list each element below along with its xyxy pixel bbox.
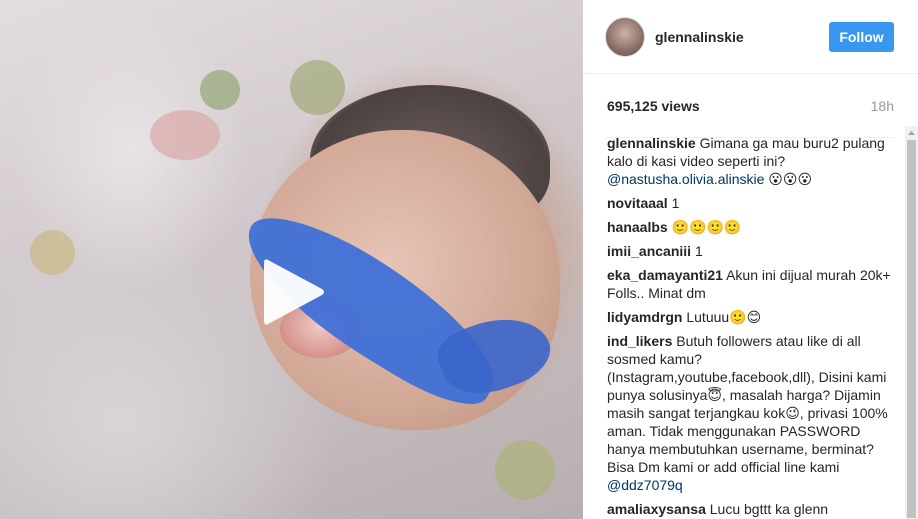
comment-username[interactable]: glennalinskie (607, 135, 696, 151)
comment-item: eka_damayanti21 Akun ini dijual murah 20… (607, 266, 894, 302)
comment-item: glennalinskie Gimana ga mau buru2 pulang… (607, 134, 894, 188)
comment-text: Butuh followers atau like di all sosmed … (607, 333, 888, 475)
post-video[interactable] (0, 0, 583, 519)
play-button[interactable] (254, 252, 334, 332)
pillow-flower (495, 440, 555, 500)
comment-username[interactable]: amaliaxysansa (607, 501, 706, 517)
scroll-thumb[interactable] (907, 140, 916, 518)
post-time[interactable]: 18h (871, 98, 894, 114)
post-stats: 695,125 views 18h (607, 74, 894, 138)
comment-text: 🙂🙂🙂🙂 (671, 219, 742, 235)
pillow-flower (290, 60, 345, 115)
comment-username[interactable]: lidyamdrgn (607, 309, 682, 325)
comment-item: amaliaxysansa Lucu bgttt ka glenn (607, 500, 894, 518)
scroll-up-arrow-icon[interactable] (905, 126, 918, 138)
comment-item: imii_ancaniii 1 (607, 242, 894, 260)
comment-list: glennalinskie Gimana ga mau buru2 pulang… (607, 134, 894, 519)
follow-button[interactable]: Follow (829, 22, 894, 52)
play-icon (264, 259, 324, 325)
comment-username[interactable]: eka_damayanti21 (607, 267, 723, 283)
post-header: glennalinskie Follow (583, 0, 918, 74)
comment-text: Lucu bgttt ka glenn (709, 501, 829, 517)
pillow-flower (150, 110, 220, 160)
post-sidebar: glennalinskie Follow 695,125 views 18h g… (583, 0, 918, 519)
view-count: 695,125 views (607, 98, 700, 114)
comment-username[interactable]: hanaalbs (607, 219, 668, 235)
comment-username[interactable]: novitaaal (607, 195, 668, 211)
comments-scrollbar[interactable] (905, 126, 918, 519)
comment-mention[interactable]: @nastusha.olivia.alinskie (607, 171, 764, 187)
comment-username[interactable]: ind_likers (607, 333, 672, 349)
comment-item: ind_likers Butuh followers atau like di … (607, 332, 894, 494)
comment-item: novitaaal 1 (607, 194, 894, 212)
comment-mention[interactable]: @ddz7079q (607, 477, 683, 493)
avatar[interactable] (605, 17, 645, 57)
comment-username[interactable]: imii_ancaniii (607, 243, 691, 259)
comment-emoji: 😮😮😮 (764, 171, 813, 187)
pillow-flower (30, 230, 75, 275)
comment-item: lidyamdrgn Lutuuu🙂😊 (607, 308, 894, 326)
comment-item: hanaalbs 🙂🙂🙂🙂 (607, 218, 894, 236)
comment-text: Lutuuu🙂😊 (686, 309, 762, 325)
comment-text: 1 (694, 243, 703, 259)
pillow-flower (200, 70, 240, 110)
comment-text: 1 (671, 195, 680, 211)
post-username[interactable]: glennalinskie (655, 29, 744, 45)
